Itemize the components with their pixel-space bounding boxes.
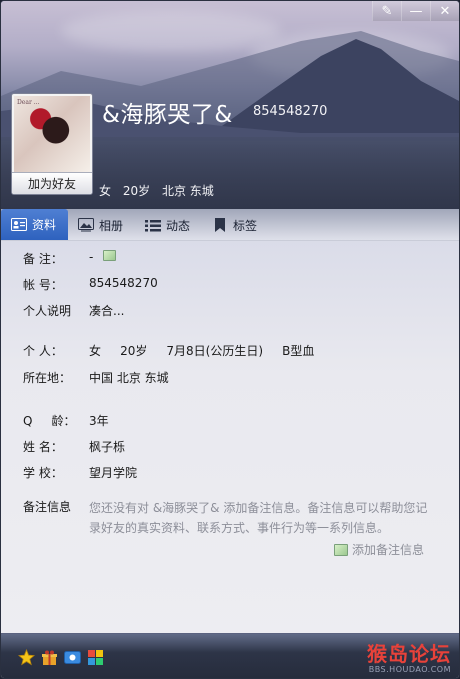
- watermark-main: 猴岛论坛: [367, 642, 451, 666]
- add-note-icon: [334, 543, 348, 556]
- profile-card-icon: [11, 218, 27, 232]
- school-row: 学 校： 望月学院: [23, 464, 137, 481]
- school-label: 学 校：: [23, 466, 63, 480]
- watermark-sub: BBS.HOUDAO.COM: [368, 665, 451, 674]
- feed-list-icon: [145, 218, 162, 232]
- location-label: 所在地：: [23, 371, 72, 385]
- description-label: 个人说明: [23, 304, 72, 318]
- profile-window: ✎ — ✕ Dear ... 加为好友 &海豚哭了& 854548270 女 2…: [0, 0, 460, 679]
- description-row: 个人说明 凑合...: [23, 302, 124, 319]
- remark-row: 备 注： -: [23, 250, 117, 267]
- person-label: 个 人：: [23, 344, 63, 358]
- forum-watermark: 猴岛论坛 BBS.HOUDAO.COM: [367, 638, 451, 674]
- profile-header: ✎ — ✕ Dear ... 加为好友 &海豚哭了& 854548270 女 2…: [1, 1, 459, 209]
- notes-label: 备注信息: [23, 500, 72, 514]
- gender: 女: [99, 184, 112, 198]
- album-icon: [78, 218, 95, 232]
- apps-icon[interactable]: [86, 648, 105, 667]
- city: 北京 东城: [161, 184, 214, 198]
- avatar[interactable]: Dear ...: [14, 96, 90, 172]
- name-value: 枫子栎: [89, 440, 126, 454]
- gift-icon[interactable]: [40, 648, 59, 667]
- tab-bar: 资料 相册 动态 标签: [1, 209, 459, 241]
- close-icon[interactable]: ✕: [430, 1, 459, 21]
- tab-label: 相册: [99, 218, 124, 233]
- person-value: 女 20岁 7月8日(公历生日) B型血: [89, 344, 315, 358]
- basic-info: 女 20岁 北京 东城: [99, 182, 222, 199]
- q-age-label: Q 龄：: [23, 414, 76, 428]
- remark-value: -: [89, 250, 94, 264]
- minimize-icon[interactable]: —: [401, 1, 430, 21]
- person-row: 个 人： 女 20岁 7月8日(公历生日) B型血: [23, 342, 314, 359]
- skin-icon[interactable]: ✎: [372, 1, 401, 21]
- notes-text: 您还没有对 &海豚哭了& 添加备注信息。备注信息可以帮助您记录好友的真实资料、联…: [89, 501, 428, 535]
- account-label: 帐 号：: [23, 278, 63, 292]
- tab-label: 资料: [32, 218, 57, 232]
- add-note-button[interactable]: 添加备注信息: [334, 541, 424, 558]
- q-age-row: Q 龄： 3年: [23, 412, 109, 429]
- tab-album[interactable]: 相册: [68, 210, 135, 240]
- account-row: 帐 号： 854548270: [23, 276, 158, 293]
- tab-label: 标签: [233, 218, 258, 233]
- remark-label: 备 注：: [23, 252, 63, 266]
- qq-number: 854548270: [253, 104, 328, 119]
- add-note-label: 添加备注信息: [352, 543, 425, 557]
- name-label: 姓 名：: [23, 440, 63, 454]
- location-row: 所在地： 中国 北京 东城: [23, 369, 169, 386]
- add-friend-button[interactable]: 加为好友: [12, 172, 92, 194]
- star-icon[interactable]: [17, 648, 36, 667]
- mail-icon[interactable]: [63, 648, 82, 667]
- account-value: 854548270: [89, 276, 158, 290]
- q-age-value: 3年: [89, 414, 109, 428]
- avatar-caption: Dear ...: [17, 99, 40, 106]
- bottom-bar: 猴岛论坛 BBS.HOUDAO.COM: [1, 633, 459, 678]
- age: 20岁: [122, 184, 151, 198]
- tab-label: 动态: [166, 218, 191, 233]
- school-value: 望月学院: [89, 466, 138, 480]
- description-value: 凑合...: [89, 304, 125, 318]
- profile-details: 备 注： - 帐 号： 854548270 个人说明 凑合... 个 人： 女 …: [1, 241, 459, 633]
- bottom-icons: [17, 648, 105, 667]
- notes-row: 备注信息 您还没有对 &海豚哭了& 添加备注信息。备注信息可以帮助您记录好友的真…: [23, 498, 429, 538]
- tab-feed[interactable]: 动态: [135, 210, 202, 240]
- window-controls: ✎ — ✕: [372, 1, 459, 21]
- avatar-card: Dear ... 加为好友: [11, 93, 93, 195]
- location-value: 中国 北京 东城: [89, 371, 169, 385]
- name-row: 姓 名： 枫子栎: [23, 438, 125, 455]
- tab-tags[interactable]: 标签: [202, 210, 269, 240]
- nickname: &海豚哭了&: [102, 102, 233, 128]
- edit-remark-icon[interactable]: [103, 250, 117, 261]
- tab-profile[interactable]: 资料: [1, 209, 69, 240]
- bookmark-tag-icon: [212, 218, 228, 232]
